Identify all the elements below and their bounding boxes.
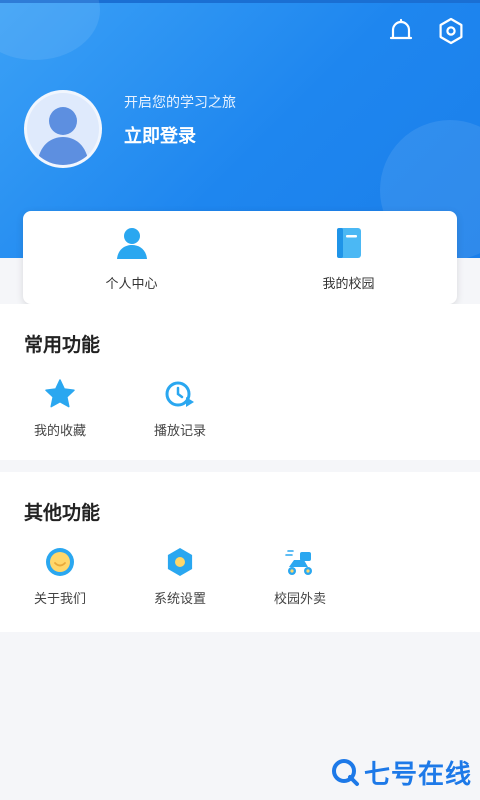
other-functions-section: 其他功能 关于我们 系统设置 校园外卖 xyxy=(0,472,480,632)
delivery-scooter-icon xyxy=(285,550,312,575)
login-button[interactable]: 立即登录 xyxy=(124,122,196,148)
personal-center-link[interactable]: 个人中心 xyxy=(23,211,240,304)
decor-bubble xyxy=(0,0,100,60)
star-icon xyxy=(45,379,75,408)
settings-hex-icon xyxy=(439,17,463,45)
watermark: 七号在线 xyxy=(330,755,473,790)
function-label: 播放记录 xyxy=(153,424,206,439)
about-us-button[interactable]: 关于我们 xyxy=(0,546,120,616)
favorites-button[interactable]: 我的收藏 xyxy=(0,378,120,448)
function-label: 我的收藏 xyxy=(33,424,86,439)
function-label: 关于我们 xyxy=(33,592,86,607)
settings-button[interactable] xyxy=(436,16,466,46)
function-label: 系统设置 xyxy=(153,592,206,607)
my-campus-link[interactable]: 我的校园 xyxy=(240,211,457,304)
welcome-subtitle: 开启您的学习之旅 xyxy=(124,95,236,111)
search-q-logo-icon xyxy=(332,759,359,786)
bell-icon xyxy=(389,18,413,40)
watermark-text: 七号在线 xyxy=(364,759,473,790)
book-icon xyxy=(337,228,361,258)
quick-link-label: 个人中心 xyxy=(105,277,158,292)
user-avatar-icon xyxy=(37,107,89,165)
common-functions-section: 常用功能 我的收藏 播放记录 xyxy=(0,304,480,460)
campus-delivery-button[interactable]: 校园外卖 xyxy=(240,546,360,616)
avatar[interactable] xyxy=(24,90,102,168)
about-icon xyxy=(46,548,74,576)
function-label: 校园外卖 xyxy=(273,592,326,607)
notification-button[interactable] xyxy=(386,16,416,46)
person-icon xyxy=(117,228,147,259)
play-history-button[interactable]: 播放记录 xyxy=(120,378,240,448)
quick-link-label: 我的校园 xyxy=(322,277,375,292)
system-settings-button[interactable]: 系统设置 xyxy=(120,546,240,616)
section-title: 其他功能 xyxy=(24,502,101,524)
section-title: 常用功能 xyxy=(24,334,101,356)
quick-links-card: 个人中心 我的校园 xyxy=(23,211,457,304)
hexagon-settings-icon xyxy=(167,548,193,576)
clock-play-icon xyxy=(165,381,194,407)
